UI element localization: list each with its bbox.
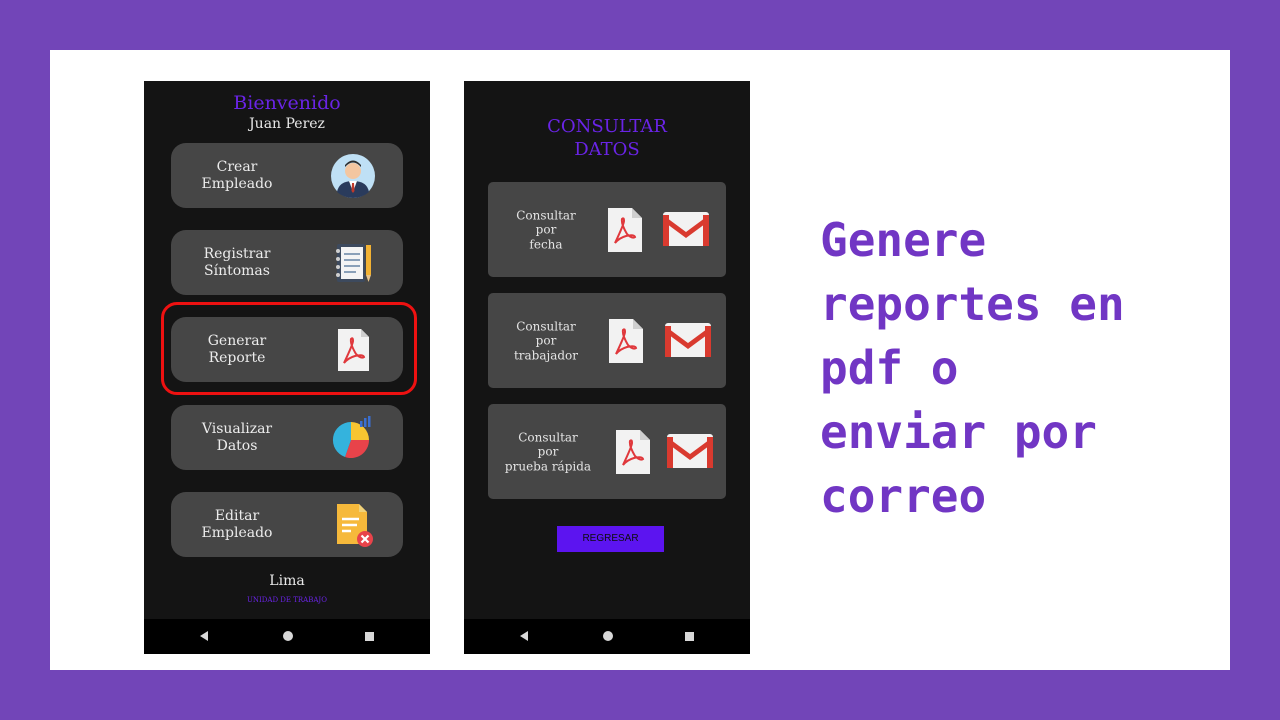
create-employee-button[interactable]: Crear Empleado (171, 143, 403, 208)
create-employee-label: Crear Empleado (201, 158, 273, 192)
employee-avatar-icon (331, 153, 375, 198)
pdf-icon[interactable] (606, 206, 644, 254)
edit-document-icon (337, 503, 373, 547)
user-name: Juan Perez (249, 116, 325, 132)
phone-main-menu: Bienvenido Juan Perez Crear Empleado Reg… (144, 81, 430, 654)
home-nav-icon[interactable] (603, 631, 613, 641)
query-by-date-label: Consultar por fecha (516, 207, 576, 251)
welcome-title: Bienvenido (233, 92, 341, 114)
back-button[interactable]: REGRESAR (557, 526, 664, 552)
query-by-worker-card: Consultar por trabajador (488, 293, 726, 388)
caption-text: Genere reportes en pdf o enviar por corr… (820, 213, 1125, 523)
generate-report-label: Generar Reporte (207, 332, 267, 366)
query-by-worker-label: Consultar por trabajador (513, 318, 579, 362)
query-by-rapid-test-card: Consultar por prueba rápida (488, 404, 726, 499)
gmail-icon[interactable] (666, 431, 714, 471)
query-by-date-card: Consultar por fecha (488, 182, 726, 277)
work-unit-label: UNIDAD DE TRABAJO (247, 596, 327, 604)
edit-employee-label: Editar Empleado (201, 507, 273, 541)
android-nav-bar (464, 619, 750, 654)
view-data-button[interactable]: Visualizar Datos (171, 405, 403, 470)
query-by-rapid-test-label: Consultar por prueba rápida (504, 429, 592, 473)
register-symptoms-button[interactable]: Registrar Síntomas (171, 230, 403, 295)
android-nav-bar (144, 619, 430, 654)
phone-consult-data: CONSULTAR DATOS Consultar por fecha Cons… (464, 81, 750, 654)
pdf-file-icon (338, 328, 369, 371)
back-nav-icon[interactable] (200, 631, 208, 641)
view-data-label: Visualizar Datos (201, 420, 273, 454)
register-symptoms-label: Registrar Síntomas (203, 245, 271, 279)
city-label: Lima (269, 573, 305, 589)
notebook-icon (336, 243, 371, 282)
recent-apps-nav-icon[interactable] (365, 632, 374, 641)
recent-apps-nav-icon[interactable] (685, 632, 694, 641)
back-nav-icon[interactable] (520, 631, 528, 641)
pdf-icon[interactable] (614, 428, 652, 476)
generate-report-button[interactable]: Generar Reporte (171, 317, 403, 382)
gmail-icon[interactable] (664, 320, 712, 360)
consult-title: CONSULTAR DATOS (547, 116, 667, 160)
gmail-icon[interactable] (662, 209, 710, 249)
pdf-icon[interactable] (607, 317, 645, 365)
pie-chart-icon (332, 415, 371, 458)
home-nav-icon[interactable] (283, 631, 293, 641)
edit-employee-button[interactable]: Editar Empleado (171, 492, 403, 557)
